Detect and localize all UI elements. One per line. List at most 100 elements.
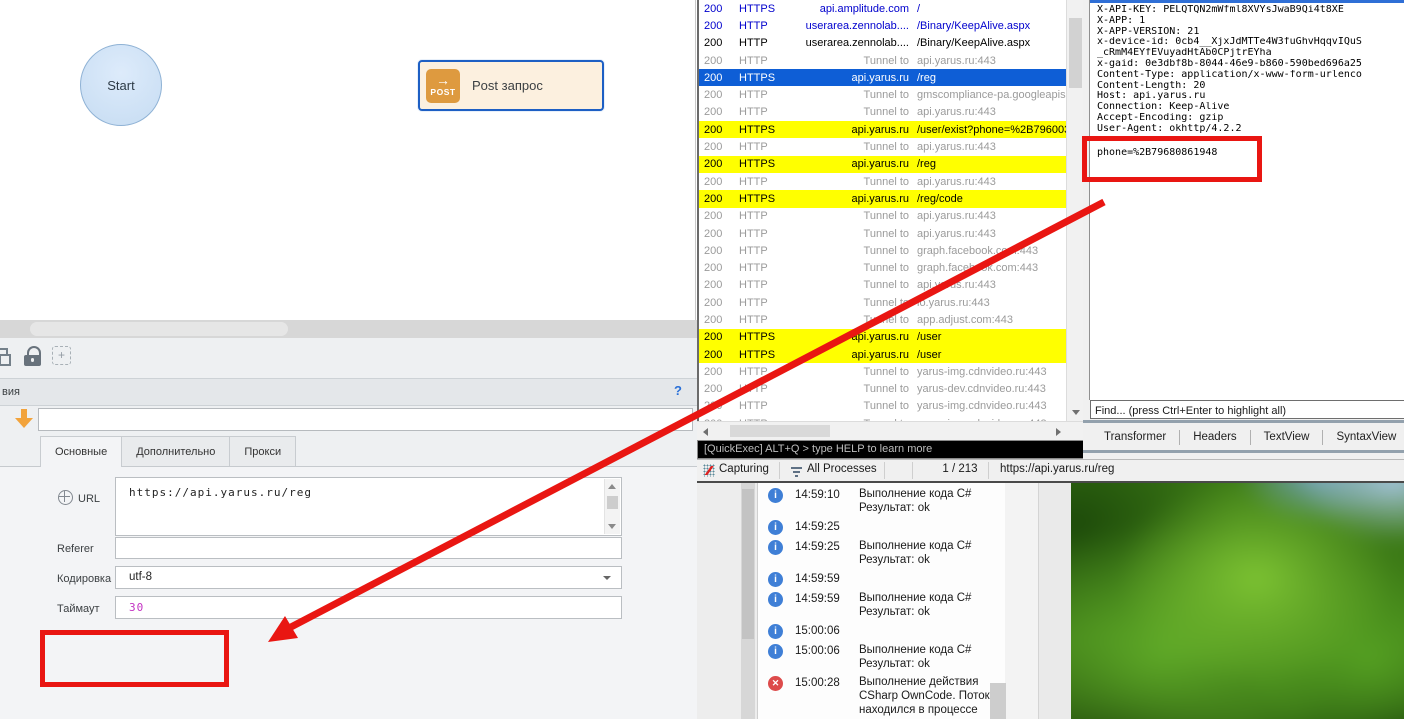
chevron-down-icon: [603, 576, 611, 580]
scroll-left-icon[interactable]: [703, 428, 708, 436]
info-icon: i: [768, 520, 783, 535]
session-row[interactable]: 200 HTTP Tunnel to yarus-dev.cdnvideo.ru:44…: [699, 381, 1068, 398]
session-row[interactable]: 200HTTPTunnel toyarus-img.cdnvideo.ru:44…: [699, 398, 1068, 415]
settings-tabs: Основные Дополнительно Прокси: [40, 436, 297, 467]
selection-strip: [1090, 0, 1404, 3]
tab-dopolnitelno[interactable]: Дополнительно: [122, 436, 231, 467]
scrollbar-thumb[interactable]: [30, 322, 288, 336]
quickexec-bar[interactable]: [QuickExec] ALT+Q > type HELP to learn m…: [697, 440, 1089, 459]
log-entry[interactable]: i 14:59:59 Выполнение кода C# Результат:…: [768, 591, 1006, 619]
panel-gutter: [1005, 483, 1038, 719]
info-icon: i: [768, 572, 783, 587]
session-row[interactable]: 200 HTTP Tunnel to api.yarus.ru:443: [699, 138, 1068, 155]
properties-header: вия ?: [0, 378, 697, 406]
start-node[interactable]: Start: [80, 44, 162, 126]
timeout-input[interactable]: 30: [115, 596, 622, 619]
statusbar-url: https://api.yarus.ru/reg: [1000, 463, 1115, 475]
url-textarea[interactable]: https://api.yarus.ru/reg: [115, 477, 622, 536]
annotation-box-data: [40, 630, 229, 687]
log-entry[interactable]: i 14:59:25 Выполнение кода C# Результат:…: [768, 539, 1006, 567]
copy-icon[interactable]: [0, 348, 11, 366]
session-list-hscrollbar[interactable]: [697, 421, 1083, 441]
log-entry[interactable]: i 14:59:59: [768, 571, 1006, 587]
session-row[interactable]: 200 HTTP Tunnel to graph.facebook.com:443: [699, 242, 1068, 259]
session-row-highlighted[interactable]: 200 HTTPS api.yarus.ru/user: [699, 345, 1068, 364]
session-row[interactable]: 200 HTTP userarea.zennolab..../Binary/Keep…: [699, 17, 1068, 34]
session-row[interactable]: 200 HTTP Tunnel to api.yarus.ru:443: [699, 173, 1068, 190]
find-bar[interactable]: [1090, 400, 1404, 420]
log-entry[interactable]: i 14:59:25: [768, 519, 1006, 535]
scroll-down-icon[interactable]: [608, 524, 616, 529]
capturing-status[interactable]: Capturing: [719, 463, 769, 475]
tab-textview[interactable]: TextView: [1251, 431, 1323, 443]
request-headers: X-API-KEY: PELQTQN2mWfml8XVYsJwaB9Qi4t8X…: [1097, 5, 1362, 134]
session-row[interactable]: 200 HTTP Tunnel to app.adjust.com:443: [699, 311, 1068, 328]
log-entry[interactable]: i 15:00:06: [768, 623, 1006, 639]
tab-transformer[interactable]: Transformer: [1091, 431, 1179, 443]
info-icon: i: [768, 644, 783, 659]
scroll-right-icon[interactable]: [1056, 428, 1061, 436]
session-list-vscrollbar[interactable]: [1066, 0, 1084, 421]
url-scrollbar[interactable]: [604, 479, 620, 534]
action-name-input[interactable]: [38, 408, 693, 431]
post-node-label: Post запрос: [472, 78, 543, 93]
url-field-label: URL: [58, 490, 100, 505]
session-row[interactable]: 200 HTTPS api.amplitude.com /: [699, 0, 1068, 17]
scroll-up-icon[interactable]: [608, 484, 616, 489]
session-row[interactable]: 200 HTTP Tunnel to api.yarus.ru:443: [699, 52, 1068, 69]
error-icon: ✕: [768, 676, 783, 691]
session-row-highlighted[interactable]: 200 HTTPS api.yarus.ru/reg/code: [699, 190, 1068, 208]
flow-horizontal-scrollbar[interactable]: [0, 320, 697, 338]
fiddler-inspector-panel: X-API-KEY: PELQTQN2mWfml8XVYsJwaB9Qi4t8X…: [1083, 0, 1404, 459]
session-row[interactable]: 200 HTTP Tunnel to io.yarus.ru:443: [699, 294, 1068, 311]
properties-title: вия: [2, 386, 20, 398]
session-row-highlighted[interactable]: 200 HTTPS api.yarus.ru/reg: [699, 155, 1068, 173]
info-icon: i: [768, 540, 783, 555]
encoding-select[interactable]: utf-8: [115, 566, 622, 589]
tab-proksi[interactable]: Прокси: [230, 436, 297, 467]
execution-log-list[interactable]: i 14:59:10 Выполнение кода C# Результат:…: [757, 483, 1006, 719]
find-input[interactable]: [1091, 402, 1404, 420]
panel-gutter: [1038, 483, 1072, 719]
tab-osnovnye[interactable]: Основные: [40, 436, 123, 467]
log-entry[interactable]: i 15:00:06 Выполнение кода C# Результат:…: [768, 643, 1006, 671]
capturing-icon[interactable]: [702, 464, 716, 477]
flowchart-canvas[interactable]: Start → POST Post запрос: [0, 0, 696, 320]
timeout-field-label: Таймаут: [57, 603, 100, 615]
post-request-node[interactable]: → POST Post запрос: [418, 60, 604, 111]
orange-down-arrow-icon: [15, 409, 33, 429]
add-region-icon[interactable]: +: [52, 346, 71, 365]
annotation-box-body: [1082, 136, 1262, 182]
tab-headers[interactable]: Headers: [1180, 431, 1249, 443]
encoding-field-label: Кодировка: [57, 573, 112, 585]
session-row[interactable]: 200 HTTP Tunnel to graph.facebook.com:443: [699, 259, 1068, 276]
session-row-selected[interactable]: 200 HTTPS api.yarus.ru/reg: [699, 69, 1068, 87]
log-entry[interactable]: i 14:59:10 Выполнение кода C# Результат:…: [768, 487, 1006, 515]
info-icon: i: [768, 488, 783, 503]
lock-icon[interactable]: [24, 346, 42, 368]
help-button[interactable]: ?: [674, 383, 682, 398]
divider: [1083, 420, 1404, 423]
scroll-down-icon[interactable]: [1072, 410, 1080, 415]
process-filter-icon: [791, 467, 802, 477]
session-row[interactable]: 200 HTTP Tunnel to api.yarus.ru:443: [699, 104, 1068, 121]
session-row[interactable]: 200HTTPTunnel toyarus-img.cdnvideo.ru:44…: [699, 363, 1068, 380]
process-filter[interactable]: All Processes: [791, 463, 877, 477]
inspector-tabs: Transformer Headers TextView SyntaxView …: [1083, 424, 1404, 450]
session-row[interactable]: 200 HTTP Tunnel to api.yarus.ru:443: [699, 208, 1068, 225]
session-row[interactable]: 200 HTTP Tunnel to gmscompliance-pa.googlea…: [699, 86, 1068, 103]
tab-syntaxview[interactable]: SyntaxView: [1323, 431, 1404, 443]
scrollbar-corner: [990, 683, 1006, 719]
referer-field-label: Referer: [57, 543, 94, 555]
session-row[interactable]: 200 HTTP userarea.zennolab..../Binary/Keep…: [699, 35, 1068, 52]
session-row[interactable]: 200 HTTP Tunnel to api.yarus.ru:443: [699, 225, 1068, 242]
log-vscrollbar[interactable]: [741, 483, 755, 719]
session-row-highlighted[interactable]: 200 HTTPS api.yarus.ru/user/exist?phone=%2…: [699, 121, 1068, 139]
start-node-label: Start: [107, 77, 135, 93]
fiddler-session-list[interactable]: 200 HTTPS api.amplitude.com/ 200 HTTP userar…: [697, 0, 1068, 421]
referer-input[interactable]: [115, 537, 622, 559]
log-entry-error[interactable]: ✕ 15:00:28 Выполнение действия CSharp Ow…: [768, 675, 1006, 719]
info-icon: i: [768, 624, 783, 639]
session-row[interactable]: 200 HTTP Tunnel to api.yarus.ru:443: [699, 277, 1068, 294]
session-row-highlighted[interactable]: 200 HTTPS api.yarus.ru/user: [699, 328, 1068, 346]
